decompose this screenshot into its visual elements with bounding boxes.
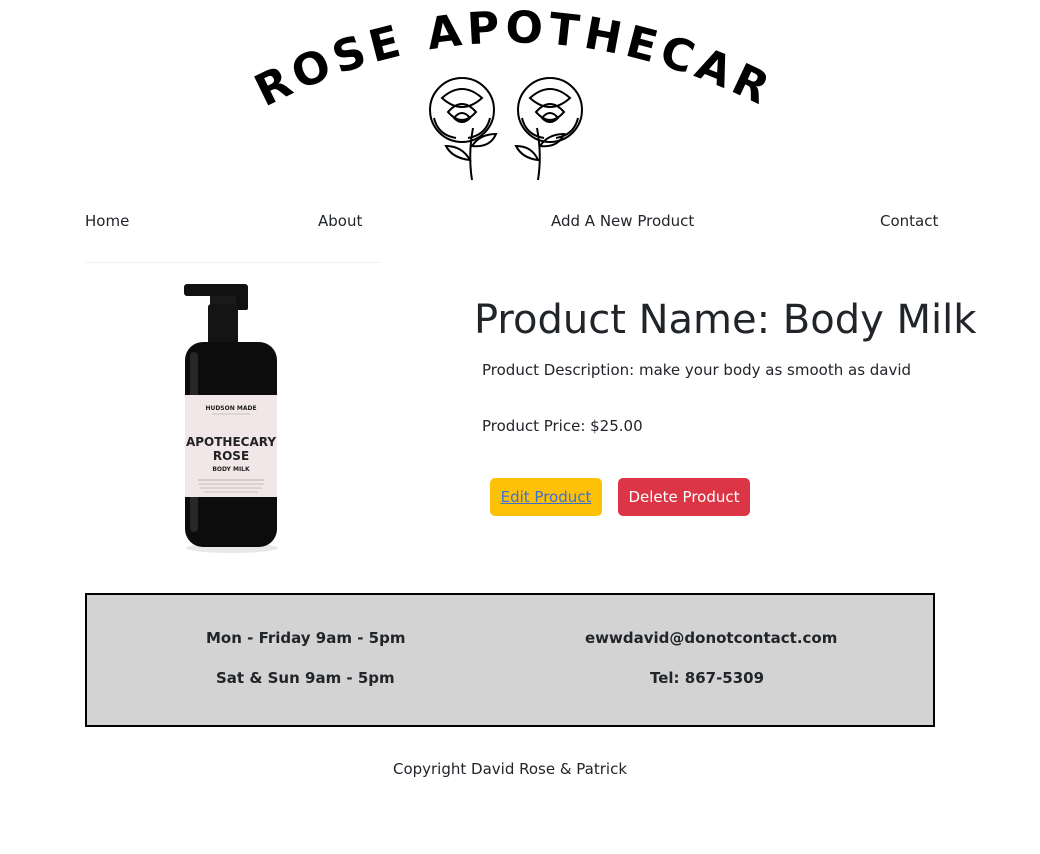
brand-wordmark: ROSEAPOTHECARY xyxy=(230,0,779,117)
product-image: HUDSON MADE APOTHECARY ROSE BODY MILK xyxy=(160,270,300,560)
nav-add-product-link[interactable]: Add A New Product xyxy=(551,212,694,230)
rose-logo-icon: ROSEAPOTHECARY xyxy=(230,0,779,181)
svg-text:ROSE: ROSE xyxy=(213,449,249,463)
copyright-text: Copyright David Rose & Patrick xyxy=(392,760,628,778)
svg-text:APOTHECARY: APOTHECARY xyxy=(186,435,276,449)
product-title: Product Name: Body Milk xyxy=(474,297,977,343)
nav-about-link[interactable]: About xyxy=(318,212,362,230)
edit-product-label: Edit Product xyxy=(500,488,592,506)
hours-weekday: Mon - Friday 9am - 5pm xyxy=(206,629,406,647)
nav-contact-link[interactable]: Contact xyxy=(880,212,938,230)
rose-left-icon xyxy=(429,77,498,181)
rose-right-icon xyxy=(514,77,583,181)
contact-phone: Tel: 867-5309 xyxy=(650,669,765,687)
svg-text:BODY MILK: BODY MILK xyxy=(212,466,250,473)
delete-product-button[interactable]: Delete Product xyxy=(618,478,750,516)
business-info-box: Mon - Friday 9am - 5pm Sat & Sun 9am - 5… xyxy=(85,593,935,727)
hours-weekend: Sat & Sun 9am - 5pm xyxy=(216,669,395,687)
edit-product-button[interactable]: Edit Product xyxy=(490,478,602,516)
nav-home-link[interactable]: Home xyxy=(85,212,129,230)
product-description: Product Description: make your body as s… xyxy=(482,361,912,379)
svg-text:HUDSON MADE: HUDSON MADE xyxy=(205,405,256,412)
product-price: Product Price: $25.00 xyxy=(482,417,643,435)
brand-logo: ROSEAPOTHECARY xyxy=(230,0,790,195)
image-divider xyxy=(85,262,381,263)
contact-email: ewwdavid@donotcontact.com xyxy=(585,629,838,647)
